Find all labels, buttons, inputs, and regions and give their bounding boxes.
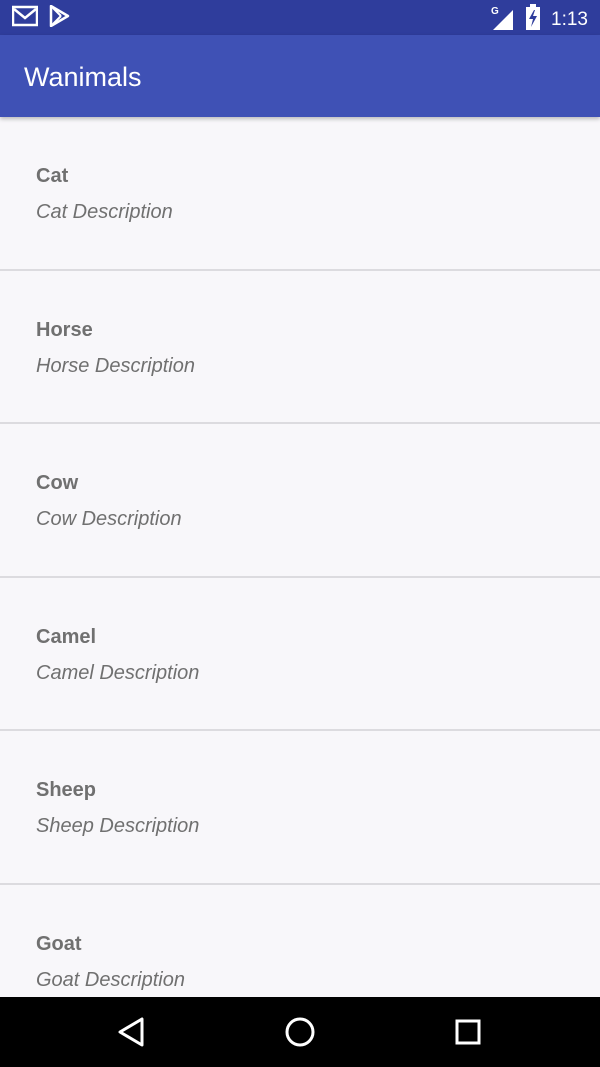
battery-charging-icon	[525, 4, 541, 35]
animal-list[interactable]: Cat Cat Description Horse Horse Descript…	[0, 117, 600, 997]
animal-name: Horse	[36, 318, 93, 341]
list-item-cow[interactable]: Cow Cow Description	[0, 424, 600, 578]
list-item-camel[interactable]: Camel Camel Description	[0, 578, 600, 731]
network-type-label: G	[491, 5, 499, 17]
list-item-goat[interactable]: Goat Goat Description	[0, 885, 600, 998]
animal-name: Cat	[36, 165, 69, 187]
recents-icon[interactable]	[451, 1015, 485, 1049]
list-item-cat[interactable]: Cat Cat Description	[0, 117, 600, 271]
animal-description: Cat Description	[36, 201, 173, 223]
list-item-horse[interactable]: Horse Horse Description	[0, 271, 600, 424]
app-title: Wanimals	[24, 62, 142, 92]
home-icon[interactable]	[283, 1015, 317, 1049]
signal-icon: G	[491, 5, 515, 32]
status-bar: G 1:13	[0, 0, 600, 35]
animal-description: Sheep Description	[36, 815, 200, 837]
clock: 1:13	[551, 9, 588, 30]
animal-description: Cow Description	[36, 508, 182, 530]
animal-description: Goat Description	[36, 968, 185, 991]
animal-name: Cow	[36, 472, 79, 494]
animal-description: Horse Description	[36, 354, 195, 377]
notification-icons	[11, 4, 70, 32]
navigation-bar	[0, 997, 600, 1067]
animal-description: Camel Description	[36, 661, 200, 684]
list-item-sheep[interactable]: Sheep Sheep Description	[0, 731, 600, 885]
play-store-icon	[48, 4, 70, 32]
animal-name: Goat	[36, 932, 82, 955]
back-icon[interactable]	[115, 1015, 149, 1049]
app-bar: Wanimals	[0, 35, 600, 117]
system-icons: G 1:13	[491, 4, 588, 35]
animal-name: Camel	[36, 625, 97, 648]
animal-name: Sheep	[36, 779, 97, 801]
gmail-icon	[11, 5, 39, 32]
